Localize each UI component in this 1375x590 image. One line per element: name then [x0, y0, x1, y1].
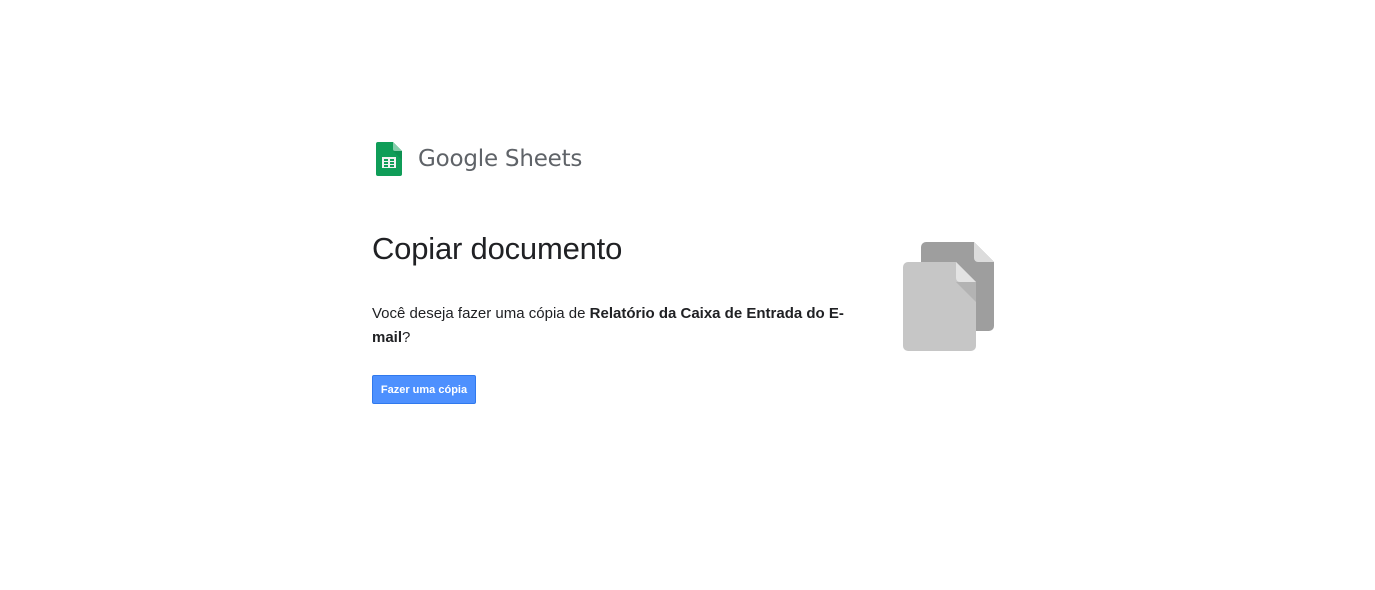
copy-documents-icon: [903, 242, 994, 351]
google-sheets-logo: Google Sheets: [376, 142, 582, 176]
message-prefix: Você deseja fazer uma cópia de: [372, 305, 590, 322]
make-copy-button[interactable]: Fazer uma cópia: [372, 375, 476, 404]
page-title: Copiar documento: [372, 231, 623, 266]
copy-document-page: Google Sheets Copiar documento Você desej…: [0, 0, 1375, 590]
google-sheets-icon: [376, 142, 402, 176]
brand-name: Google Sheets: [418, 146, 582, 172]
front-document-shape: [903, 262, 976, 351]
copy-prompt-message: Você deseja fazer uma cópia de Relatório…: [372, 302, 852, 350]
message-suffix: ?: [402, 329, 411, 346]
brand-product: Sheets: [504, 146, 583, 172]
brand-company: Google: [418, 146, 498, 172]
